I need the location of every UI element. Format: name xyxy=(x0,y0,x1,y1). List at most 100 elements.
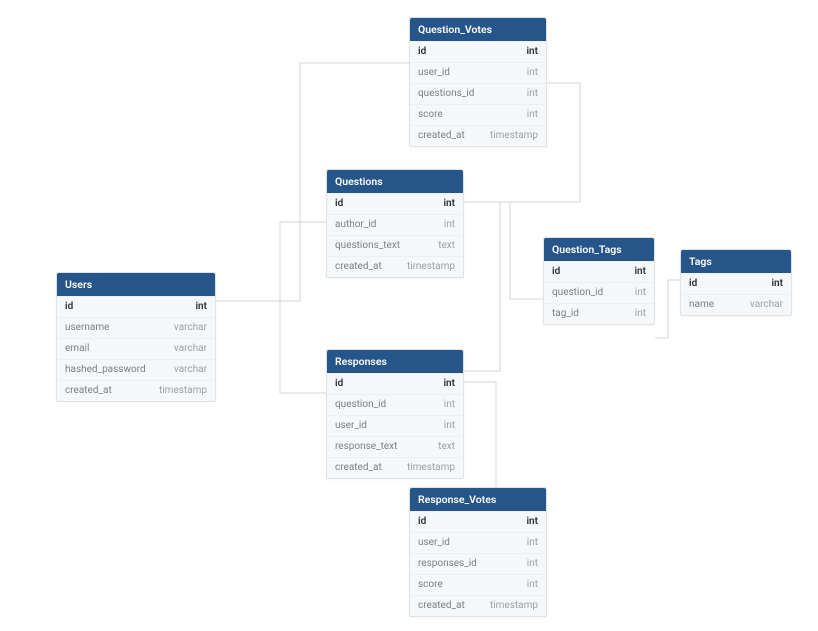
table-row[interactable]: idint xyxy=(410,511,546,532)
table-row[interactable]: created_attimestamp xyxy=(410,125,546,146)
field-name: questions_text xyxy=(335,240,428,252)
field-type: int xyxy=(433,378,455,390)
field-type: text xyxy=(428,441,455,453)
field-name: question_id xyxy=(552,287,625,299)
field-name: created_at xyxy=(418,600,480,612)
table-row[interactable]: created_attimestamp xyxy=(410,595,546,616)
table-questions[interactable]: Questions idint author_idint questions_t… xyxy=(326,169,464,278)
table-header: Question_Votes xyxy=(410,18,546,41)
table-row[interactable]: created_attimestamp xyxy=(327,256,463,277)
table-row[interactable]: idint xyxy=(57,296,215,317)
table-responses[interactable]: Responses idint question_idint user_idin… xyxy=(326,349,464,479)
table-question-votes[interactable]: Question_Votes idint user_idint question… xyxy=(409,17,547,147)
field-name: score xyxy=(418,109,517,121)
table-row[interactable]: created_attimestamp xyxy=(327,457,463,478)
table-row[interactable]: created_attimestamp xyxy=(57,380,215,401)
field-type: text xyxy=(428,240,455,252)
field-name: id xyxy=(689,278,761,290)
table-row[interactable]: emailvarchar xyxy=(57,338,215,359)
field-type: int xyxy=(761,278,783,290)
table-row[interactable]: user_idint xyxy=(410,532,546,553)
table-header: Responses xyxy=(327,350,463,373)
field-name: created_at xyxy=(65,385,149,397)
field-type: int xyxy=(517,88,538,100)
field-name: user_id xyxy=(335,420,434,432)
table-row[interactable]: namevarchar xyxy=(681,294,791,315)
table-row[interactable]: questions_idint xyxy=(410,83,546,104)
table-row[interactable]: user_idint xyxy=(327,415,463,436)
field-type: int xyxy=(516,46,538,58)
table-row[interactable]: idint xyxy=(544,261,654,282)
field-type: int xyxy=(625,308,646,320)
field-type: timestamp xyxy=(149,385,207,397)
field-type: int xyxy=(625,287,646,299)
field-type: int xyxy=(434,399,455,411)
field-type: timestamp xyxy=(397,462,455,474)
table-row[interactable]: responses_idint xyxy=(410,553,546,574)
field-type: int xyxy=(433,198,455,210)
table-row[interactable]: tag_idint xyxy=(544,303,654,324)
field-name: id xyxy=(65,301,185,313)
field-type: timestamp xyxy=(397,261,455,273)
field-name: user_id xyxy=(418,537,517,549)
field-name: id xyxy=(335,378,433,390)
field-name: username xyxy=(65,322,164,334)
field-name: tag_id xyxy=(552,308,625,320)
field-type: timestamp xyxy=(480,130,538,142)
table-row[interactable]: hashed_passwordvarchar xyxy=(57,359,215,380)
field-name: user_id xyxy=(418,67,517,79)
field-name: hashed_password xyxy=(65,364,164,376)
field-type: varchar xyxy=(164,343,207,355)
table-row[interactable]: user_idint xyxy=(410,62,546,83)
table-response-votes[interactable]: Response_Votes idint user_idint response… xyxy=(409,487,547,617)
table-row[interactable]: question_idint xyxy=(544,282,654,303)
field-name: response_text xyxy=(335,441,428,453)
table-row[interactable]: response_texttext xyxy=(327,436,463,457)
table-users[interactable]: Users idint usernamevarchar emailvarchar… xyxy=(56,272,216,402)
table-tags[interactable]: Tags idint namevarchar xyxy=(680,249,792,316)
field-type: varchar xyxy=(740,299,783,311)
field-type: varchar xyxy=(164,322,207,334)
table-header: Response_Votes xyxy=(410,488,546,511)
field-type: int xyxy=(517,579,538,591)
table-header: Users xyxy=(57,273,215,296)
field-type: int xyxy=(434,420,455,432)
erd-canvas: { "tables": { "users": { "title": "Users… xyxy=(0,0,818,631)
field-name: created_at xyxy=(418,130,480,142)
field-type: int xyxy=(434,219,455,231)
table-row[interactable]: idint xyxy=(410,41,546,62)
field-type: int xyxy=(517,67,538,79)
field-name: id xyxy=(418,46,516,58)
field-name: score xyxy=(418,579,517,591)
table-row[interactable]: scoreint xyxy=(410,574,546,595)
table-row[interactable]: usernamevarchar xyxy=(57,317,215,338)
field-name: created_at xyxy=(335,261,397,273)
table-row[interactable]: questions_texttext xyxy=(327,235,463,256)
field-type: int xyxy=(517,558,538,570)
table-row[interactable]: scoreint xyxy=(410,104,546,125)
table-header: Question_Tags xyxy=(544,238,654,261)
table-row[interactable]: question_idint xyxy=(327,394,463,415)
field-name: id xyxy=(552,266,624,278)
table-header: Questions xyxy=(327,170,463,193)
field-type: int xyxy=(517,109,538,121)
table-row[interactable]: idint xyxy=(327,193,463,214)
field-name: id xyxy=(335,198,433,210)
table-header: Tags xyxy=(681,250,791,273)
field-type: timestamp xyxy=(480,600,538,612)
field-type: int xyxy=(624,266,646,278)
field-name: question_id xyxy=(335,399,434,411)
field-type: int xyxy=(516,516,538,528)
field-name: author_id xyxy=(335,219,434,231)
field-name: name xyxy=(689,299,740,311)
field-name: questions_id xyxy=(418,88,517,100)
table-row[interactable]: idint xyxy=(327,373,463,394)
table-row[interactable]: author_idint xyxy=(327,214,463,235)
table-row[interactable]: idint xyxy=(681,273,791,294)
field-name: id xyxy=(418,516,516,528)
field-type: varchar xyxy=(164,364,207,376)
field-name: responses_id xyxy=(418,558,517,570)
field-type: int xyxy=(517,537,538,549)
table-question-tags[interactable]: Question_Tags idint question_idint tag_i… xyxy=(543,237,655,325)
field-name: created_at xyxy=(335,462,397,474)
